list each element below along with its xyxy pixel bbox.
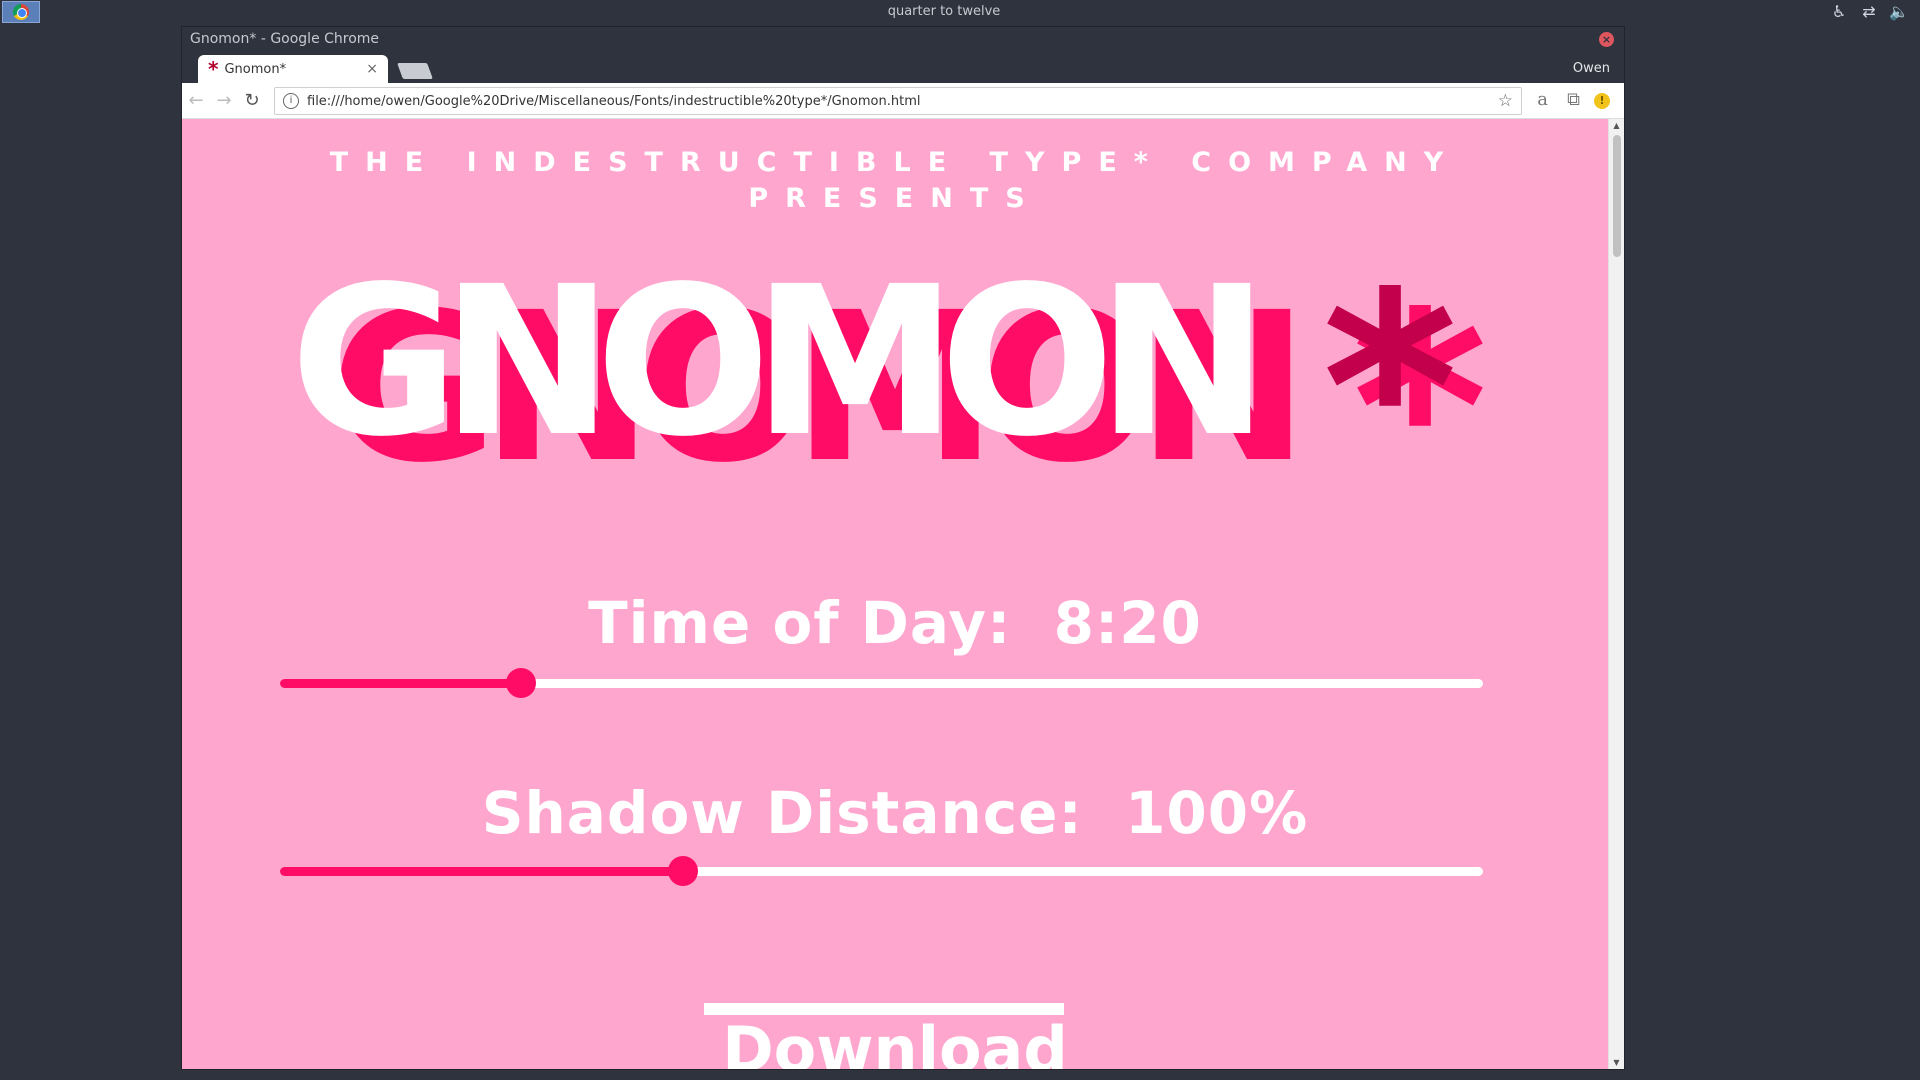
- tab-strip: * Gnomon* × Owen: [182, 53, 1624, 83]
- presents-heading: THE INDESTRUCTIBLE TYPE* COMPANY PRESENT…: [182, 145, 1608, 217]
- forward-arrow-icon[interactable]: →: [210, 90, 238, 111]
- reload-icon[interactable]: ↻: [238, 90, 266, 111]
- tab-gnomon[interactable]: * Gnomon* ×: [198, 55, 388, 83]
- slider-fill: [280, 679, 521, 688]
- profile-name[interactable]: Owen: [1573, 61, 1610, 76]
- system-tray: ♿ ⇄ 🔈: [1828, 2, 1910, 21]
- amazon-extension-icon[interactable]: a: [1537, 89, 1548, 110]
- presents-line-1: THE INDESTRUCTIBLE TYPE* COMPANY: [329, 147, 1461, 178]
- presents-line-2: PRESENTS: [748, 183, 1042, 214]
- slider-knob[interactable]: [506, 668, 536, 698]
- url-text[interactable]: file:///home/owen/Google%20Drive/Miscell…: [307, 94, 1498, 109]
- download-link[interactable]: Download: [182, 1019, 1608, 1070]
- volume-icon[interactable]: 🔈: [1888, 2, 1910, 21]
- time-of-day-text: Time of Day: 8:20: [588, 589, 1202, 657]
- new-tab-button[interactable]: [397, 63, 433, 79]
- slider-knob[interactable]: [668, 856, 698, 886]
- asterisk-favicon-icon: *: [208, 57, 219, 81]
- time-of-day-label: Time of Day: 8:20: [182, 589, 1608, 657]
- network-icon[interactable]: ⇄: [1858, 2, 1880, 21]
- page-viewport: THE INDESTRUCTIBLE TYPE* COMPANY PRESENT…: [182, 119, 1624, 1069]
- panel-clock: quarter to twelve: [887, 4, 1001, 19]
- tab-label: Gnomon*: [224, 61, 287, 77]
- shadow-distance-label: Shadow Distance: 100%: [182, 779, 1608, 847]
- scrollbar-thumb[interactable]: [1613, 135, 1621, 257]
- asterisk-icon: *: [1322, 238, 1458, 540]
- vertical-scrollbar[interactable]: ▲ ▼: [1608, 119, 1624, 1069]
- gnomon-logo: GNOMON * * GNOMON: [182, 238, 1608, 540]
- slider-fill: [280, 867, 683, 876]
- info-icon[interactable]: i: [283, 93, 299, 109]
- window-title: Gnomon* - Google Chrome: [190, 31, 380, 47]
- scroll-up-icon[interactable]: ▲: [1609, 121, 1624, 130]
- gnomon-page: THE INDESTRUCTIBLE TYPE* COMPANY PRESENT…: [182, 119, 1608, 1069]
- bookmark-star-icon[interactable]: ☆: [1498, 91, 1513, 111]
- browser-toolbar: ← → ↻ i file:///home/owen/Google%20Drive…: [182, 83, 1624, 119]
- tab-close-icon[interactable]: ×: [366, 61, 378, 77]
- shadow-distance-slider[interactable]: [280, 856, 1483, 886]
- address-bar[interactable]: i file:///home/owen/Google%20Drive/Misce…: [274, 87, 1522, 115]
- time-of-day-slider[interactable]: [280, 668, 1483, 698]
- accessibility-icon[interactable]: ♿: [1828, 2, 1850, 21]
- browser-window: Gnomon* - Google Chrome × * Gnomon* × Ow…: [181, 26, 1625, 1070]
- window-titlebar[interactable]: Gnomon* - Google Chrome ×: [182, 27, 1624, 53]
- warning-extension-icon[interactable]: !: [1594, 93, 1610, 109]
- scroll-down-icon[interactable]: ▼: [1609, 1058, 1624, 1067]
- logo-text: GNOMON: [290, 242, 1269, 482]
- desktop-panel: quarter to twelve ♿ ⇄ 🔈: [0, 0, 1920, 24]
- shadow-distance-text: Shadow Distance: 100%: [481, 779, 1309, 847]
- back-arrow-icon[interactable]: ←: [182, 90, 210, 111]
- window-close-button[interactable]: ×: [1599, 32, 1614, 47]
- extension-puzzle-icon[interactable]: ⧉: [1567, 89, 1580, 110]
